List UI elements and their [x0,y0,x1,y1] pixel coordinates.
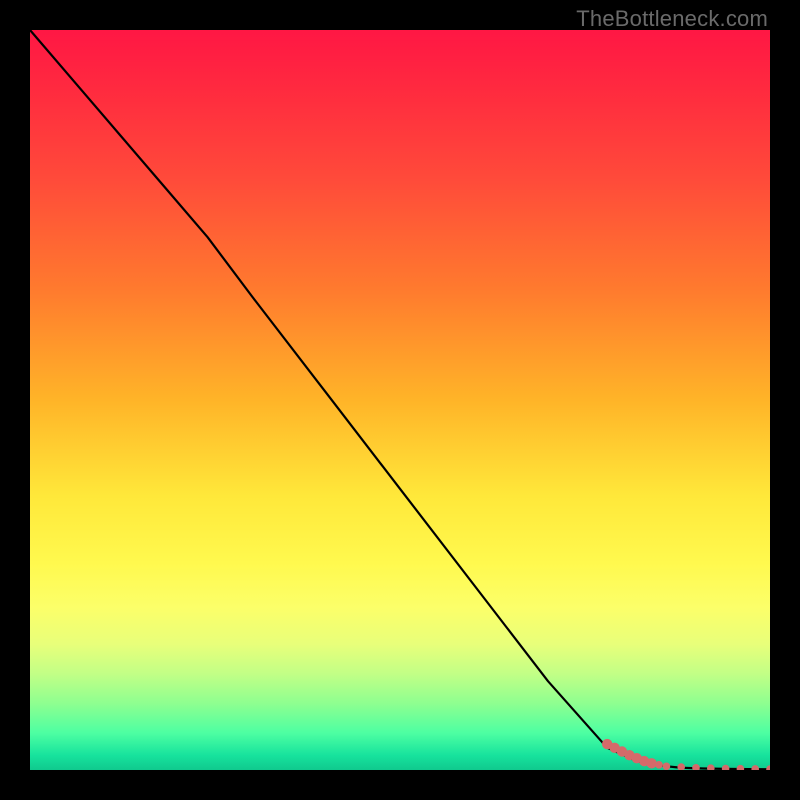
curve-line-group [30,30,770,769]
tail-marker [751,765,759,770]
tail-marker [692,764,700,770]
tail-marker [766,765,770,770]
tail-marker [677,763,685,770]
tail-marker [737,765,745,770]
tail-marker [722,765,730,770]
tail-marker [663,763,671,771]
watermark-text: TheBottleneck.com [576,6,768,32]
curve-line [30,30,770,769]
tail-marker [707,764,715,770]
tail-markers-group [602,739,770,770]
tail-marker [655,761,663,769]
chart-frame: TheBottleneck.com [0,0,800,800]
tail-marker [646,758,656,768]
chart-overlay [30,30,770,770]
